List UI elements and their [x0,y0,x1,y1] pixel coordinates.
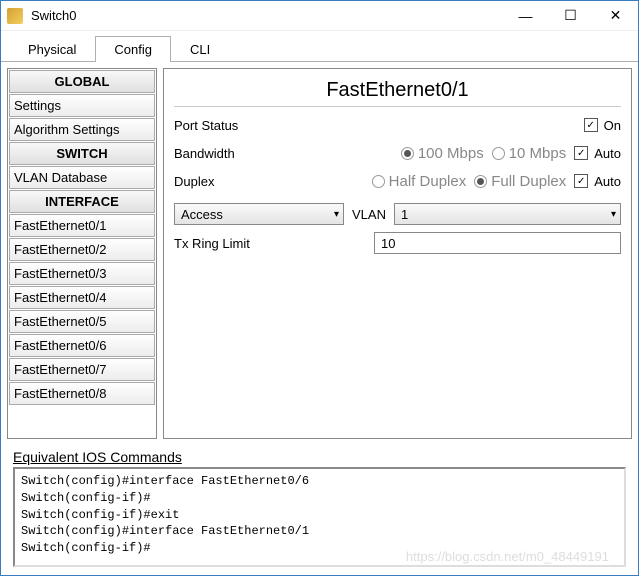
on-label: On [604,118,621,133]
sidebar-item-interface[interactable]: FastEthernet0/2 [9,238,155,261]
tx-ring-input[interactable] [374,232,621,254]
sidebar-item-interface[interactable]: FastEthernet0/6 [9,334,155,357]
radio-10mbps[interactable] [492,147,505,160]
tab-physical[interactable]: Physical [9,36,95,62]
bandwidth-auto-checkbox[interactable] [574,146,588,160]
bandwidth-auto-label: Auto [594,146,621,161]
duplex-auto-checkbox[interactable] [574,174,588,188]
row-vlan: Access VLAN 1 [174,203,621,225]
opt-100mbps: 100 Mbps [418,145,484,162]
ios-console[interactable]: Switch(config)#interface FastEthernet0/6… [13,467,626,567]
sidebar-header-global: GLOBAL [9,70,155,93]
tab-config[interactable]: Config [95,36,171,62]
vlan-select[interactable]: 1 [394,203,621,225]
port-status-checkbox[interactable] [584,118,598,132]
bandwidth-label: Bandwidth [174,146,284,161]
sidebar-item-interface[interactable]: FastEthernet0/1 [9,214,155,237]
window-controls: — ☐ ✕ [503,1,638,31]
tx-ring-label: Tx Ring Limit [174,236,374,251]
app-icon [7,8,23,24]
sidebar-item-interface[interactable]: FastEthernet0/3 [9,262,155,285]
port-mode-value: Access [181,207,223,222]
main-panel: FastEthernet0/1 Port Status On Bandwidth… [163,68,632,439]
sidebar-item-interface[interactable]: FastEthernet0/5 [9,310,155,333]
duplex-auto-label: Auto [594,174,621,189]
sidebar-header-interface: INTERFACE [9,190,155,213]
titlebar: Switch0 — ☐ ✕ [1,1,638,31]
sidebar-item-vlan-database[interactable]: VLAN Database [9,166,155,189]
sidebar-item-interface[interactable]: FastEthernet0/8 [9,382,155,405]
sidebar: GLOBAL Settings Algorithm Settings SWITC… [7,68,157,439]
sidebar-item-algorithm-settings[interactable]: Algorithm Settings [9,118,155,141]
row-duplex: Duplex Half Duplex Full Duplex Auto [174,169,621,193]
sidebar-item-interface[interactable]: FastEthernet0/4 [9,286,155,309]
duplex-label: Duplex [174,174,284,189]
vlan-value: 1 [401,207,408,222]
radio-100mbps[interactable] [401,147,414,160]
row-port-status: Port Status On [174,113,621,137]
footer: Equivalent IOS Commands Switch(config)#i… [1,445,638,575]
opt-10mbps: 10 Mbps [509,145,567,162]
sidebar-item-settings[interactable]: Settings [9,94,155,117]
tab-cli[interactable]: CLI [171,36,229,62]
maximize-button[interactable]: ☐ [548,1,593,31]
window: Switch0 — ☐ ✕ Physical Config CLI GLOBAL… [0,0,639,576]
ios-commands-label: Equivalent IOS Commands [13,449,626,465]
opt-full-duplex: Full Duplex [491,173,566,190]
vlan-label: VLAN [352,207,386,222]
opt-half-duplex: Half Duplex [389,173,467,190]
content-area: GLOBAL Settings Algorithm Settings SWITC… [1,62,638,445]
tab-bar: Physical Config CLI [1,31,638,62]
port-mode-select[interactable]: Access [174,203,344,225]
row-tx-ring: Tx Ring Limit [174,231,621,255]
minimize-button[interactable]: — [503,1,548,31]
window-title: Switch0 [29,8,503,23]
panel-title: FastEthernet0/1 [174,75,621,107]
close-button[interactable]: ✕ [593,1,638,31]
port-status-label: Port Status [174,118,284,133]
row-bandwidth: Bandwidth 100 Mbps 10 Mbps Auto [174,141,621,165]
sidebar-item-interface[interactable]: FastEthernet0/7 [9,358,155,381]
sidebar-header-switch: SWITCH [9,142,155,165]
radio-half-duplex[interactable] [372,175,385,188]
radio-full-duplex[interactable] [474,175,487,188]
